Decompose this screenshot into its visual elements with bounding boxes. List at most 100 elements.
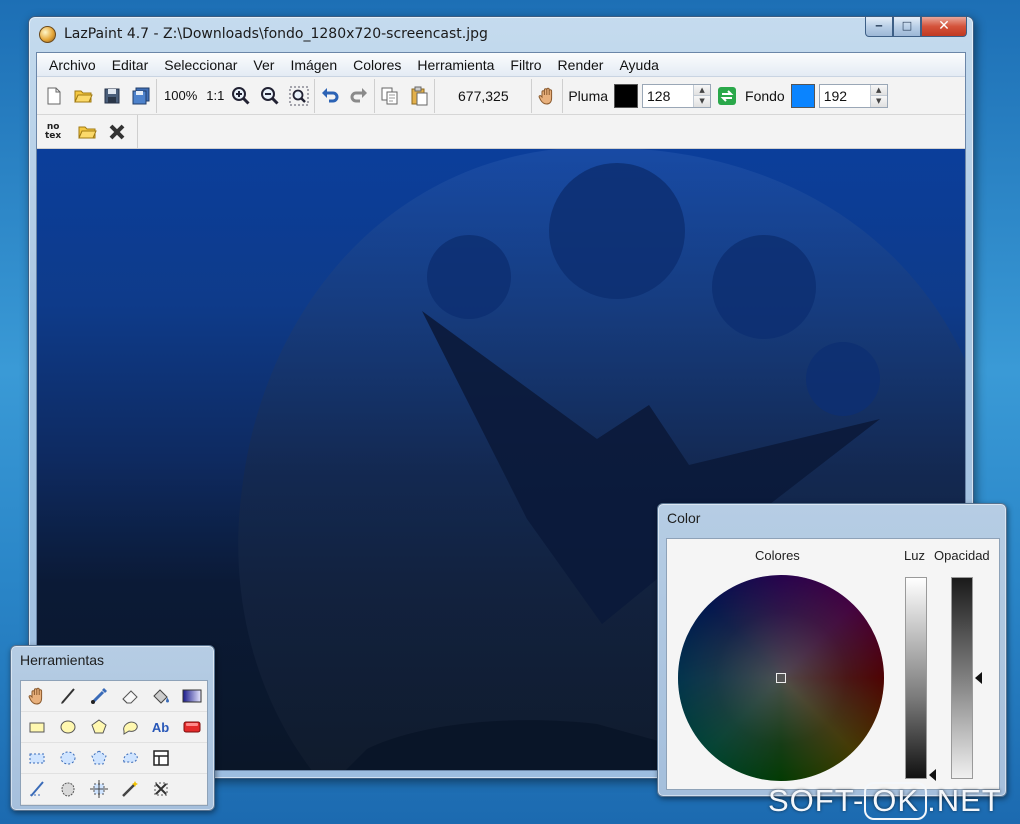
undo-icon[interactable]	[318, 84, 342, 108]
pen-alpha-up-icon[interactable]: ▲	[694, 84, 711, 95]
back-alpha-arrows[interactable]: ▲ ▼	[869, 84, 887, 107]
opacity-slider-handle-icon[interactable]	[975, 672, 982, 684]
zoom-in-icon[interactable]	[229, 84, 253, 108]
color-tools: Pluma 128 ▲ ▼ Fondo 192 ▲ ▼	[563, 79, 890, 113]
phong-shape-tool-icon[interactable]	[176, 712, 207, 743]
swap-colors-icon[interactable]	[715, 84, 739, 108]
pen-alpha-arrows[interactable]: ▲ ▼	[693, 84, 711, 107]
select-ellipse-icon[interactable]	[52, 743, 83, 774]
back-color-swatch[interactable]	[790, 83, 815, 108]
hand-tool-icon[interactable]	[21, 681, 52, 712]
tools-grid: Ab	[20, 680, 208, 806]
crop-tool-icon[interactable]	[145, 743, 176, 774]
minimize-button[interactable]: ‒	[865, 17, 893, 37]
gradient-tool-icon[interactable]	[176, 681, 207, 712]
toolbar-separator	[137, 114, 139, 149]
cursor-coordinates: 677,325	[458, 87, 509, 104]
empty-tool-slot-2	[176, 774, 207, 805]
light-slider-handle-icon[interactable]	[929, 768, 936, 781]
zoom-level[interactable]: 100%	[160, 88, 201, 103]
pen-tool-icon[interactable]	[52, 681, 83, 712]
color-panel-title[interactable]: Color	[667, 510, 700, 526]
deselect-icon[interactable]	[145, 774, 176, 805]
menu-filtro[interactable]: Filtro	[502, 57, 549, 73]
text-tool-label: Ab	[151, 719, 170, 735]
menu-colores[interactable]: Colores	[345, 57, 409, 73]
hand-group	[532, 78, 564, 113]
window-controls: ‒ □ ✕	[865, 17, 967, 37]
back-alpha-down-icon[interactable]: ▼	[870, 95, 887, 107]
select-polygon-icon[interactable]	[83, 743, 114, 774]
magic-wand-icon[interactable]	[114, 774, 145, 805]
file-tools	[39, 78, 157, 113]
rectangle-tool-icon[interactable]	[21, 712, 52, 743]
palette-hole-left	[427, 235, 511, 319]
color-wheel-marker[interactable]	[776, 673, 786, 683]
no-texture-label-bottom: tex	[45, 130, 62, 141]
pen-alpha-value[interactable]: 128	[643, 85, 693, 107]
select-spline-icon[interactable]	[114, 743, 145, 774]
back-alpha-up-icon[interactable]: ▲	[870, 84, 887, 95]
spline-tool-icon[interactable]	[114, 712, 145, 743]
zoom-fit-icon[interactable]	[287, 84, 311, 108]
lazpaint-app-icon[interactable]	[39, 26, 56, 43]
pen-alpha-down-icon[interactable]: ▼	[694, 95, 711, 107]
menu-editar[interactable]: Editar	[104, 57, 157, 73]
menu-bar: Archivo Editar Seleccionar Ver Imágen Co…	[37, 53, 965, 77]
close-button[interactable]: ✕	[921, 17, 967, 37]
no-texture-icon[interactable]: no tex	[45, 122, 62, 141]
magic-wand-select-icon[interactable]	[52, 774, 83, 805]
load-texture-folder-icon[interactable]	[75, 120, 99, 144]
text-tool-icon[interactable]: Ab	[145, 712, 176, 743]
zoom-one-to-one-button[interactable]: 1:1	[206, 88, 224, 103]
fill-tool-icon[interactable]	[145, 681, 176, 712]
open-folder-icon[interactable]	[71, 84, 95, 108]
light-slider[interactable]	[905, 577, 927, 779]
menu-ayuda[interactable]: Ayuda	[611, 57, 666, 73]
palette-hole-right	[712, 235, 816, 339]
texture-toolbar: no tex	[37, 114, 965, 149]
pen-color-swatch[interactable]	[614, 83, 639, 108]
color-wheel[interactable]	[678, 575, 884, 781]
tools-panel-title[interactable]: Herramientas	[20, 652, 104, 668]
save-icon[interactable]	[100, 84, 124, 108]
opacity-label: Opacidad	[934, 548, 990, 563]
menu-herramienta[interactable]: Herramienta	[409, 57, 502, 73]
remove-texture-icon[interactable]	[105, 120, 129, 144]
paste-icon[interactable]	[407, 84, 431, 108]
menu-seleccionar[interactable]: Seleccionar	[156, 57, 245, 73]
hand-icon[interactable]	[535, 84, 559, 108]
coordinates-group: 677,325	[435, 78, 533, 113]
menu-render[interactable]: Render	[550, 57, 612, 73]
menu-imagen[interactable]: Imágen	[282, 57, 345, 73]
palette-hole-top	[549, 163, 685, 299]
window-title: LazPaint 4.7 - Z:\Downloads\fondo_1280x7…	[64, 26, 488, 42]
pen-alpha-stepper[interactable]: 128 ▲ ▼	[642, 83, 712, 108]
ellipse-tool-icon[interactable]	[52, 712, 83, 743]
redo-icon[interactable]	[347, 84, 371, 108]
new-file-icon[interactable]	[42, 84, 66, 108]
select-pen-icon[interactable]	[21, 774, 52, 805]
watermark-left: SOFT-	[768, 783, 865, 818]
zoom-out-icon[interactable]	[258, 84, 282, 108]
save-as-icon[interactable]	[129, 84, 153, 108]
back-alpha-value[interactable]: 192	[820, 85, 870, 107]
menu-ver[interactable]: Ver	[245, 57, 282, 73]
colors-label: Colores	[755, 548, 800, 563]
select-rect-icon[interactable]	[21, 743, 52, 774]
maximize-button[interactable]: □	[893, 17, 921, 37]
watermark-ok: OK	[864, 782, 928, 820]
copy-icon[interactable]	[378, 84, 402, 108]
color-panel-body: Colores Luz Opacidad	[666, 538, 1000, 790]
move-selection-icon[interactable]	[83, 774, 114, 805]
palette-hole-far-right	[806, 342, 880, 416]
main-toolbar: 100% 1:1 677,325 Pluma 128 ▲ ▼ Fondo 192…	[37, 77, 965, 115]
eraser-tool-icon[interactable]	[114, 681, 145, 712]
clipboard-tools	[375, 78, 436, 113]
polygon-tool-icon[interactable]	[83, 712, 114, 743]
title-bar[interactable]: LazPaint 4.7 - Z:\Downloads\fondo_1280x7…	[29, 17, 973, 51]
back-alpha-stepper[interactable]: 192 ▲ ▼	[818, 83, 888, 108]
opacity-slider[interactable]	[951, 577, 973, 779]
brush-tool-icon[interactable]	[83, 681, 114, 712]
menu-archivo[interactable]: Archivo	[41, 57, 104, 73]
